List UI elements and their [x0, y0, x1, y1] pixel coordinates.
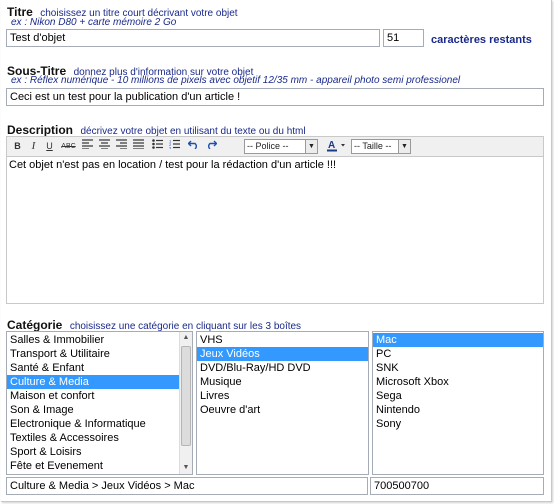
- underline-icon[interactable]: U: [42, 139, 57, 154]
- list-item[interactable]: Son & Image: [7, 403, 192, 417]
- categorie-label: Catégorie: [7, 318, 63, 332]
- form-panel: Titre choisissez un titre court décrivan…: [1, 0, 552, 502]
- bullet-list-icon[interactable]: [150, 139, 165, 154]
- italic-icon[interactable]: I: [26, 139, 41, 154]
- list-item[interactable]: VHS: [197, 333, 368, 347]
- chevron-down-icon: ▼: [305, 140, 317, 153]
- numbered-list-icon[interactable]: 123: [167, 139, 182, 154]
- category-list-3[interactable]: Mac PC SNK Microsoft Xbox Sega Nintendo Sony: [372, 331, 544, 475]
- list-item[interactable]: Microsoft Xbox: [373, 375, 543, 389]
- list-item[interactable]: Jeux Vidéos: [197, 347, 368, 361]
- titre-example: ex : Nikon D80 + carte mémoire 2 Go: [11, 17, 177, 28]
- scroll-down-icon[interactable]: ▼: [180, 462, 192, 474]
- bold-icon[interactable]: B: [10, 139, 25, 154]
- strikethrough-icon[interactable]: ABC: [61, 139, 76, 154]
- svg-text:3: 3: [169, 146, 172, 150]
- scroll-up-icon[interactable]: ▲: [180, 332, 192, 344]
- scroll-thumb[interactable]: [181, 346, 191, 446]
- sous-titre-example: ex : Réflex numérique - 10 millions de p…: [11, 75, 461, 86]
- list-item[interactable]: Fête et Evenement: [7, 459, 192, 473]
- list-item[interactable]: Salles & Immobilier: [7, 333, 192, 347]
- list-item[interactable]: PC: [373, 347, 543, 361]
- size-select-value: -- Taille --: [354, 141, 392, 151]
- chevron-down-icon: ▼: [398, 140, 410, 153]
- align-left-icon[interactable]: [80, 139, 95, 154]
- undo-icon[interactable]: [186, 139, 201, 154]
- titre-char-counter: 51: [383, 29, 424, 47]
- sous-titre-input[interactable]: Ceci est un test pour la publication d'u…: [6, 88, 544, 106]
- list-item[interactable]: Transport & Utilitaire: [7, 347, 192, 361]
- align-right-icon[interactable]: [114, 139, 129, 154]
- redo-icon[interactable]: [203, 139, 218, 154]
- titre-input[interactable]: Test d'objet: [6, 29, 380, 47]
- svg-text:A: A: [328, 140, 335, 151]
- list-item[interactable]: Culture & Media: [7, 375, 192, 389]
- font-select[interactable]: -- Police -- ▼: [244, 139, 318, 154]
- description-label: Description: [7, 123, 74, 137]
- list-item[interactable]: Maison et confort: [7, 389, 192, 403]
- font-select-value: -- Police --: [247, 141, 289, 151]
- align-center-icon[interactable]: [97, 139, 112, 154]
- list-item[interactable]: SNK: [373, 361, 543, 375]
- list-item[interactable]: Livres: [197, 389, 368, 403]
- category-code-field: 700500700: [370, 477, 544, 495]
- description-content: Cet objet n'est pas en location / test p…: [9, 159, 337, 171]
- list-item[interactable]: DVD/Blu-Ray/HD DVD: [197, 361, 368, 375]
- list-item[interactable]: Mac: [373, 333, 543, 347]
- list-item[interactable]: Sega: [373, 389, 543, 403]
- description-editor[interactable]: Cet objet n'est pas en location / test p…: [6, 156, 544, 304]
- category-list-1[interactable]: Salles & Immobilier Transport & Utilitair…: [6, 331, 193, 475]
- list-item[interactable]: Oeuvre d'art: [197, 403, 368, 417]
- text-color-icon[interactable]: A: [326, 139, 348, 154]
- list-item[interactable]: Nintendo: [373, 403, 543, 417]
- scrollbar[interactable]: ▲ ▼: [179, 332, 192, 474]
- list-item[interactable]: Sport & Loisirs: [7, 445, 192, 459]
- size-select[interactable]: -- Taille -- ▼: [351, 139, 411, 154]
- justify-icon[interactable]: [131, 139, 146, 154]
- list-item[interactable]: Musique: [197, 375, 368, 389]
- list-item[interactable]: Sony: [373, 417, 543, 431]
- list-item[interactable]: Textiles & Accessoires: [7, 431, 192, 445]
- editor-toolbar: B I U ABC 123 -- Police -- ▼ A -- Taille…: [6, 136, 544, 156]
- list-item[interactable]: Santé & Enfant: [7, 361, 192, 375]
- category-path-field: Culture & Media > Jeux Vidéos > Mac: [6, 477, 368, 495]
- category-list-2[interactable]: VHS Jeux Vidéos DVD/Blu-Ray/HD DVD Musique L…: [196, 331, 369, 475]
- counter-label: caractères restants: [431, 34, 532, 46]
- list-item[interactable]: Electronique & Informatique: [7, 417, 192, 431]
